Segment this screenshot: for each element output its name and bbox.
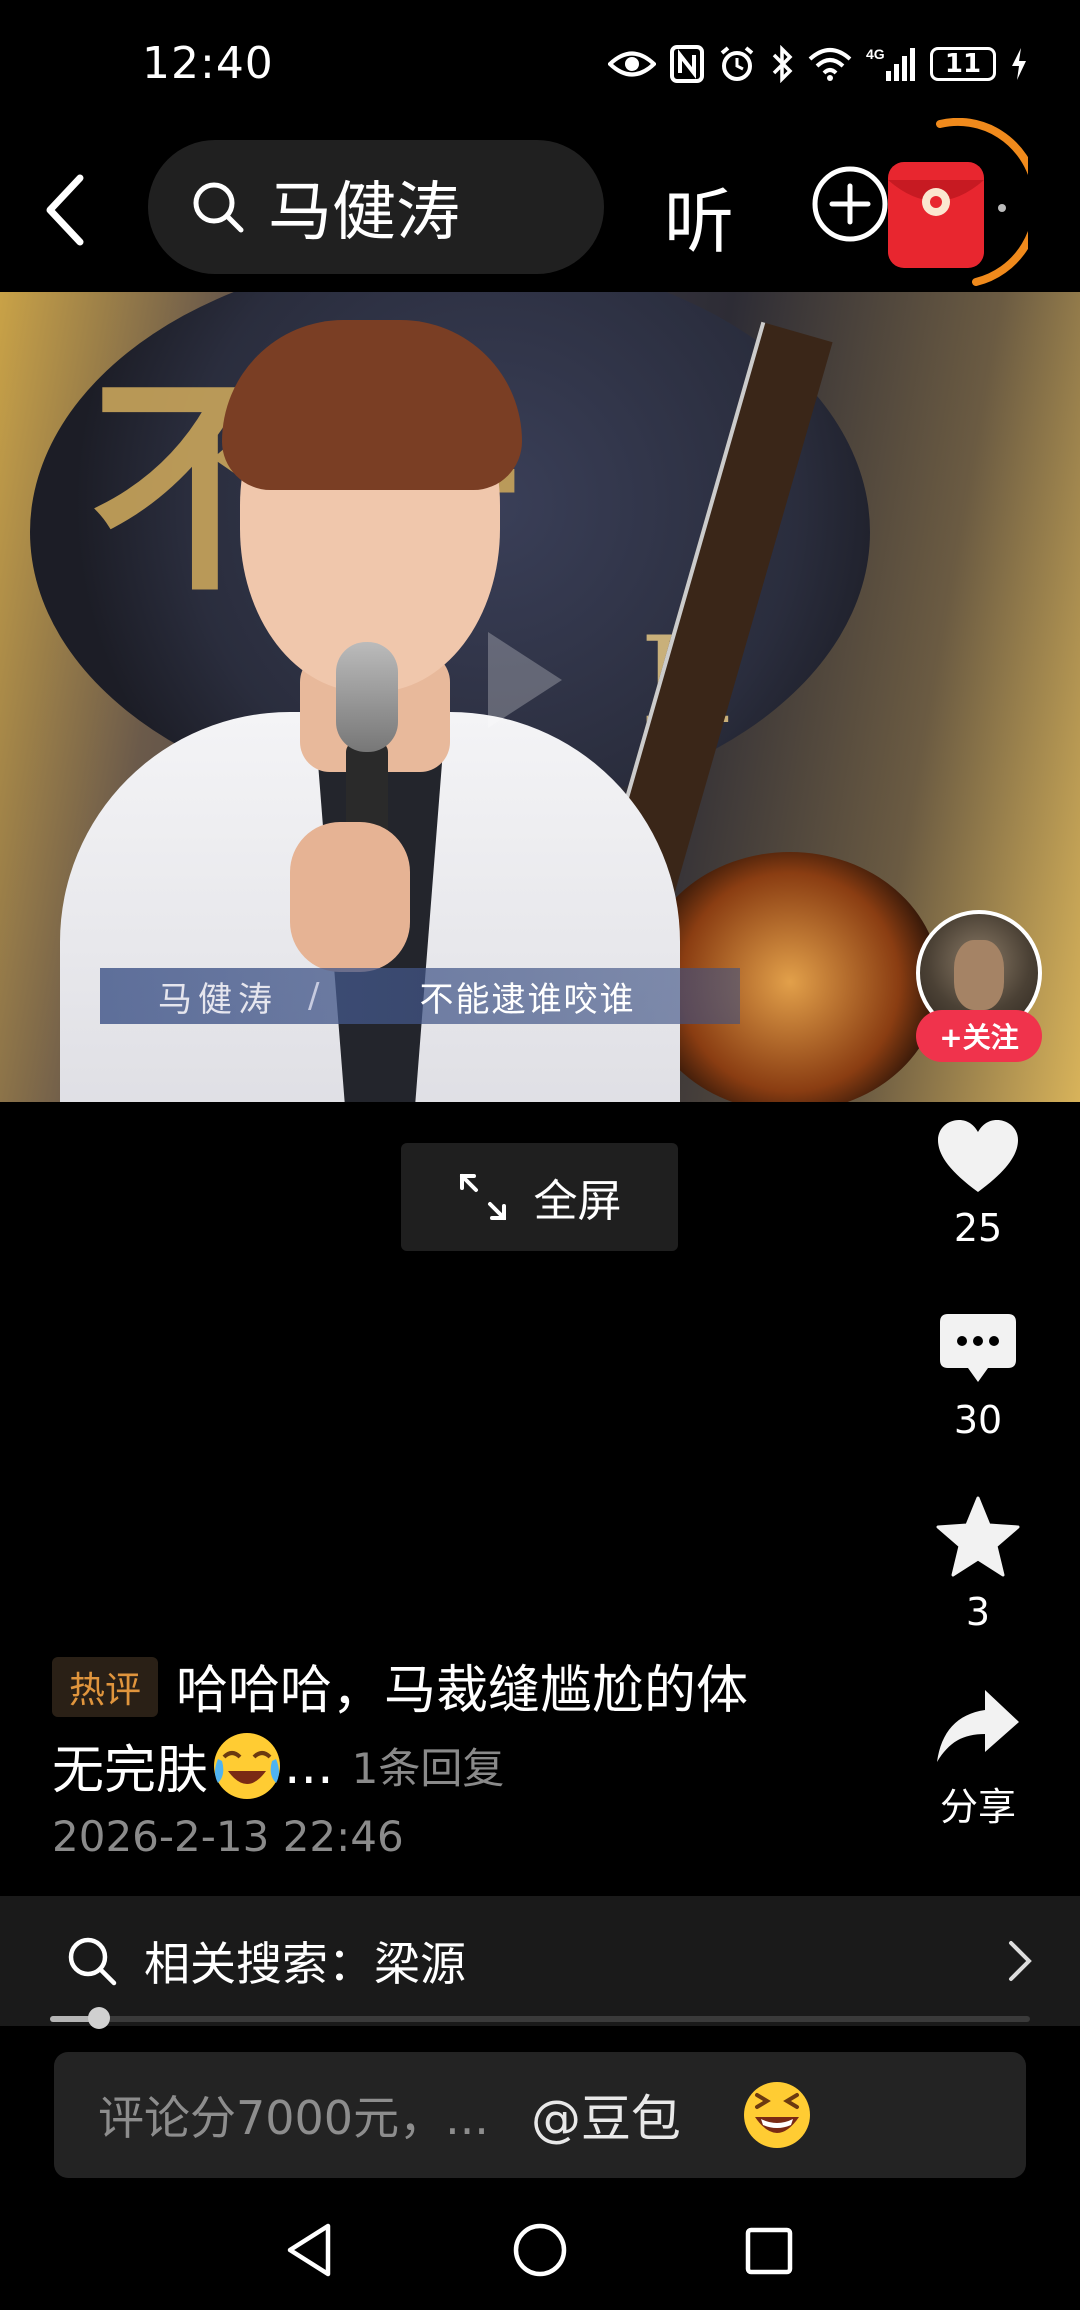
alarm-icon bbox=[720, 46, 754, 81]
back-arrow-icon[interactable] bbox=[36, 170, 96, 250]
video-progress-bar[interactable] bbox=[50, 2007, 1030, 2029]
nav-home-icon[interactable] bbox=[512, 2222, 568, 2278]
nfc-icon bbox=[670, 45, 704, 83]
bluetooth-icon bbox=[772, 45, 793, 83]
comment-action[interactable]: 30 bbox=[918, 1312, 1038, 1442]
star-icon bbox=[936, 1496, 1020, 1577]
wifi-icon bbox=[808, 48, 852, 81]
subtitle-lyric: 不能逮谁咬谁 bbox=[419, 979, 636, 1020]
play-icon[interactable] bbox=[488, 632, 562, 728]
follow-button[interactable]: +关注 bbox=[916, 1010, 1042, 1062]
comment-input-placeholder: 评论分7000元，... bbox=[98, 2091, 489, 2145]
nav-back-icon[interactable] bbox=[284, 2222, 334, 2278]
battery-indicator: 11 bbox=[930, 47, 996, 81]
hot-comment-tag: 热评 bbox=[52, 1657, 158, 1717]
emoji-picker-icon[interactable] bbox=[741, 2079, 813, 2151]
search-icon bbox=[193, 182, 244, 233]
comment-count: 30 bbox=[953, 1398, 1003, 1442]
heart-icon bbox=[938, 1120, 1018, 1192]
nav-recent-apps-icon[interactable] bbox=[744, 2226, 794, 2276]
video-progress-knob[interactable] bbox=[88, 2007, 110, 2029]
status-time: 12:40 bbox=[142, 38, 274, 89]
mention-doubao-button[interactable]: @豆包 bbox=[531, 2079, 681, 2151]
like-action[interactable]: 25 bbox=[918, 1118, 1038, 1250]
laughing-crying-emoji-icon bbox=[214, 1732, 281, 1799]
like-count: 25 bbox=[953, 1206, 1003, 1250]
search-query: 马健涛 bbox=[268, 176, 460, 250]
listen-button[interactable]: 听 bbox=[664, 166, 734, 267]
related-search-bar[interactable]: 相关搜索：梁源 bbox=[0, 1896, 1080, 2026]
comment-bubble-icon bbox=[940, 1314, 1016, 1382]
related-search-label: 相关搜索：梁源 bbox=[144, 1937, 466, 1991]
cellular-signal-icon: 4G bbox=[866, 46, 915, 81]
favorite-action[interactable]: 3 bbox=[918, 1496, 1038, 1634]
battery-level: 11 bbox=[944, 49, 982, 79]
chevron-right-icon bbox=[1009, 1941, 1032, 1981]
charging-icon bbox=[1012, 48, 1026, 80]
reply-count-link[interactable]: 1条回复 bbox=[352, 1735, 505, 1796]
svg-text:4G: 4G bbox=[866, 46, 885, 62]
hot-comment-ellipsis: ... bbox=[284, 1735, 334, 1796]
hot-comment-text-line2[interactable]: 无完肤 ... 1条回复 bbox=[52, 1728, 504, 1803]
singer-hand bbox=[290, 822, 410, 972]
subtitle-separator: / bbox=[308, 976, 320, 1016]
video-subtitle-bar: 马健涛 / 不能逮谁咬谁 bbox=[100, 968, 740, 1024]
microphone-head bbox=[336, 642, 398, 752]
eye-icon bbox=[608, 51, 656, 77]
status-icons: 4G 11 bbox=[608, 40, 1028, 88]
expand-icon bbox=[459, 1174, 506, 1220]
search-icon bbox=[68, 1937, 117, 1986]
share-action[interactable]: 分享 bbox=[918, 1688, 1038, 1831]
red-packet-icon[interactable] bbox=[886, 160, 986, 270]
hot-comment-text-end: 无完肤 bbox=[52, 1741, 209, 1801]
share-label: 分享 bbox=[939, 1785, 1016, 1829]
avatar-figure bbox=[954, 940, 1004, 1010]
comment-input[interactable]: 评论分7000元，... @豆包 bbox=[54, 2052, 1026, 2178]
comment-date: 2026-2-13 22:46 bbox=[52, 1812, 404, 1861]
fullscreen-button[interactable]: 全屏 bbox=[401, 1143, 678, 1251]
fullscreen-label: 全屏 bbox=[533, 1176, 622, 1227]
favorite-count: 3 bbox=[965, 1590, 991, 1634]
share-arrow-icon bbox=[937, 1690, 1019, 1762]
hot-comment-text-line1[interactable]: 哈哈哈，马裁缝尴尬的体 bbox=[176, 1648, 748, 1723]
add-circle-icon[interactable] bbox=[810, 164, 890, 244]
subtitle-name: 马健涛 bbox=[158, 979, 278, 1020]
search-box[interactable]: 马健涛 bbox=[148, 140, 604, 274]
